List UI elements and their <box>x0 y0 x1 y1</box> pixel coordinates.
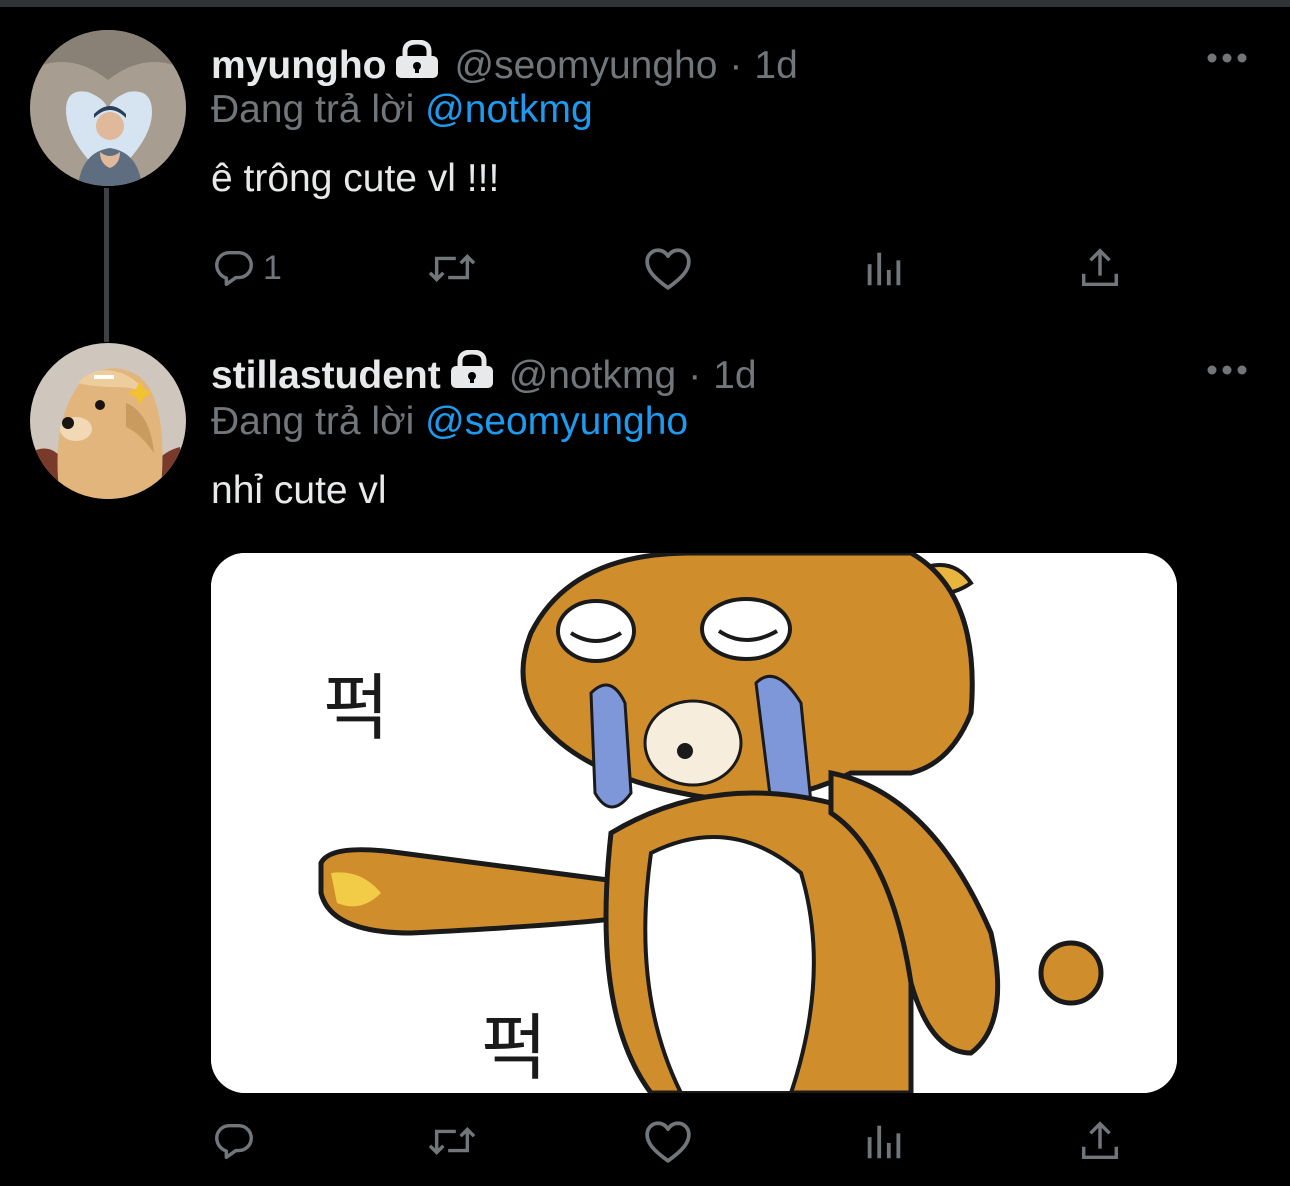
like-button[interactable] <box>643 240 693 296</box>
tweet-1[interactable]: myungho @seomyungho · 1d Đang trả lời @n… <box>0 0 1290 340</box>
share-icon <box>1081 248 1119 287</box>
retweet-icon <box>428 254 476 282</box>
reply-button[interactable]: 1 <box>211 240 282 296</box>
retweet-icon <box>428 1127 476 1155</box>
handle[interactable]: @seomyungho <box>454 43 717 89</box>
avatar-myungho[interactable] <box>30 30 186 186</box>
mention-link[interactable]: @notkmg <box>425 88 592 131</box>
timestamp[interactable]: 1d <box>713 353 756 399</box>
retweet-button[interactable] <box>425 1113 479 1169</box>
lock-icon <box>449 349 495 401</box>
lock-icon <box>394 39 440 91</box>
crying-bear-sticker: 퍽 퍽 <box>211 553 1177 1093</box>
reply-icon <box>215 1123 253 1160</box>
separator-dot: · <box>688 353 702 397</box>
share-icon <box>1081 1121 1119 1160</box>
tweet-header: myungho @seomyungho · 1d <box>211 39 798 91</box>
timestamp[interactable]: 1d <box>754 43 797 89</box>
avatar-stillastudent[interactable] <box>30 343 186 499</box>
sticker-text-bottom: 퍽 <box>481 1006 547 1090</box>
reply-count: 1 <box>263 248 282 287</box>
handle[interactable]: @notkmg <box>509 353 676 399</box>
tweet-header: stillastudent @notkmg · 1d <box>211 349 757 401</box>
tweet-media-image[interactable]: 퍽 퍽 <box>211 553 1177 1093</box>
analytics-button[interactable] <box>861 240 907 296</box>
mention-link[interactable]: @seomyungho <box>425 400 688 443</box>
reply-icon <box>215 250 253 287</box>
like-button[interactable] <box>643 1113 693 1169</box>
replying-to: Đang trả lời @notkmg <box>211 87 593 133</box>
replying-to: Đang trả lời @seomyungho <box>211 399 688 445</box>
share-button[interactable] <box>1077 240 1123 296</box>
heart-icon <box>645 1121 691 1163</box>
share-button[interactable] <box>1077 1113 1123 1169</box>
display-name[interactable]: myungho <box>211 43 386 89</box>
action-bar: 1 <box>211 240 1141 296</box>
analytics-icon <box>867 1125 901 1159</box>
reply-button[interactable] <box>211 1113 263 1169</box>
more-icon[interactable] <box>1206 48 1248 68</box>
replying-to-label: Đang trả lời <box>211 88 426 131</box>
display-name[interactable]: stillastudent <box>211 353 441 399</box>
replying-to-label: Đang trả lời <box>211 400 426 443</box>
analytics-button[interactable] <box>861 1113 907 1169</box>
tweet-text: nhỉ cute vl <box>211 469 387 512</box>
retweet-button[interactable] <box>425 240 479 296</box>
tweet-text: ê trông cute vl !!! <box>211 157 500 200</box>
sticker-text-top: 퍽 <box>323 666 389 750</box>
more-icon[interactable] <box>1206 360 1248 380</box>
separator-dot: · <box>729 43 743 87</box>
analytics-icon <box>867 252 901 286</box>
heart-icon <box>645 248 691 290</box>
action-bar <box>211 1113 1141 1169</box>
